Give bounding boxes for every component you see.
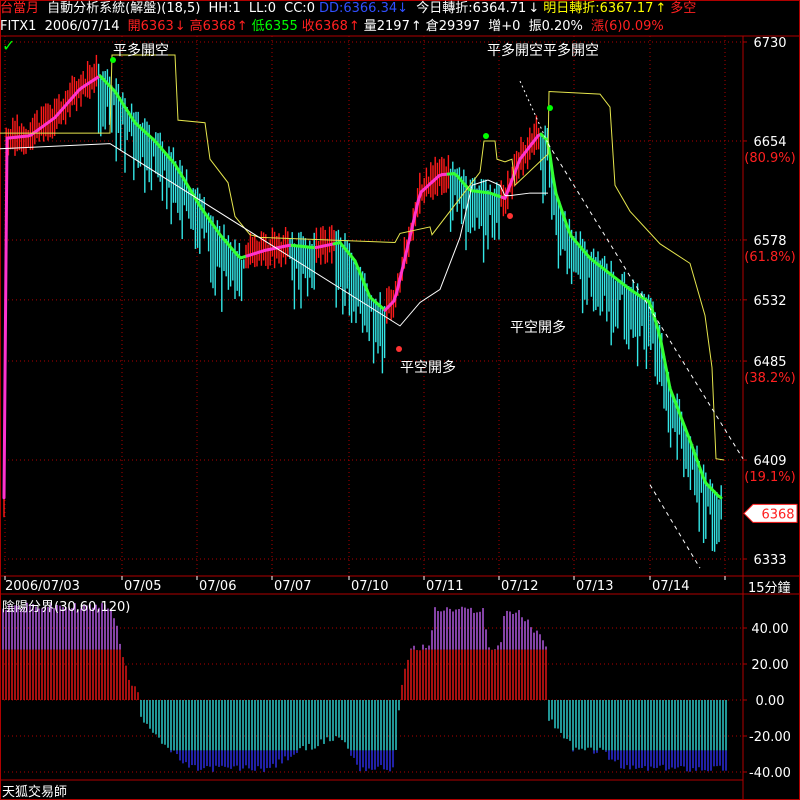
footer-brand: 天狐交易師 <box>2 785 68 800</box>
signal-label: 平空開多 <box>510 319 566 336</box>
open-value: 開6363 <box>127 19 174 34</box>
indicator-tick-label: 20.00 <box>751 658 788 673</box>
indicator-tick-label: -40.00 <box>749 766 791 781</box>
ma-segment <box>656 328 663 344</box>
price-tick-label: 6532 <box>753 294 786 309</box>
signal-label: 平多開空 <box>113 42 169 59</box>
header-bar: 台當月 自動分析系統(解盤)(18,5) HH:1 LL:0 CC:0 DD:63… <box>0 1 700 16</box>
trendline-upper <box>547 143 744 459</box>
fib-level-label: (38.2%) <box>744 371 795 386</box>
dd-arrow-icon: ↓ <box>397 1 409 16</box>
timeframe-selector[interactable]: 15分鐘 <box>748 577 791 596</box>
signal-label: 平空開多 <box>400 359 456 376</box>
rise-value: 漲(6)0.09% <box>591 19 664 34</box>
price-tick-label: 6654 <box>753 135 786 150</box>
price-tick-label: 6730 <box>753 36 786 51</box>
ma-segment <box>410 213 417 230</box>
ma-segment <box>665 371 672 390</box>
signal-marker <box>396 346 402 352</box>
ma-segment <box>401 252 408 268</box>
close-value: 收6368 <box>301 19 348 34</box>
signal-marker <box>507 213 513 219</box>
check-icon: ✓ <box>2 36 16 55</box>
price-tick-label: 6485 <box>753 355 786 370</box>
indicator-tick-label: 0.00 <box>756 694 785 709</box>
open-interest: 倉29397 <box>425 19 481 34</box>
down-arrow-icon: ↓ <box>528 1 540 16</box>
today-turn: 今日轉折:6364.71 <box>416 1 527 16</box>
cc-value: CC:0 <box>284 1 315 16</box>
trailing-stop-yellow <box>0 54 725 461</box>
time-tick-label: 07/14 <box>652 579 689 594</box>
time-tick-label: 07/05 <box>124 579 161 594</box>
trading-chart-window: 6730 6654 6578 6532 6485 6409 6333 (80.9%) (61.8… <box>0 0 800 800</box>
quote-date: 2006/07/14 <box>44 19 120 34</box>
symbol: FITX1 <box>0 19 37 34</box>
signal-marker <box>483 133 489 139</box>
high-value: 高6368 <box>189 19 236 34</box>
fib-level-label: (61.8%) <box>744 250 795 265</box>
ma-segment <box>2 136 9 500</box>
signal-label: 平多開空平多開空 <box>487 42 599 59</box>
time-tick-label: 2006/07/03 <box>5 579 80 594</box>
indicator-title: 陰陽分界(30,60,120) <box>2 600 131 615</box>
down-arrow-icon: ↓ <box>174 19 186 34</box>
chart-canvas[interactable]: 6730 6654 6578 6532 6485 6409 6333 (80.9%) (61.8… <box>0 0 800 800</box>
ma-segment <box>716 494 723 500</box>
tomorrow-turn: 明日轉折:6367.17 <box>543 1 654 16</box>
up-arrow-icon: ↑ <box>655 1 667 16</box>
oi-change: 增+0 <box>488 19 521 34</box>
ma-segment <box>548 153 555 178</box>
price-tick-label: 6578 <box>753 234 786 249</box>
direction-label: 多空 <box>670 1 697 16</box>
amplitude: 振0.20% <box>528 19 583 34</box>
low-value: 低6355 <box>251 19 298 34</box>
time-tick-label: 07/12 <box>501 579 538 594</box>
up-arrow-icon: ↑ <box>410 19 422 34</box>
dd-value: DD:6366.34 <box>318 1 398 16</box>
current-price-label: 6368 <box>761 507 794 522</box>
signal-marker <box>547 105 553 111</box>
time-tick-label: 07/07 <box>274 579 311 594</box>
trendline-lower <box>649 484 701 569</box>
system-title: 自動分析系統(解盤)(18,5) <box>47 1 201 16</box>
volume-value: 量2197 <box>363 19 410 34</box>
indicator-tick-label: -20.00 <box>749 730 791 745</box>
price-bars <box>3 54 722 552</box>
quote-bar: FITX1 2006/07/14 開6363↓ 高6368↑ 低6355 收6368↑… <box>0 19 668 34</box>
app-name[interactable]: 台當月 <box>0 1 39 16</box>
fib-level-label: (80.9%) <box>744 151 795 166</box>
ll-value: LL:0 <box>248 1 277 16</box>
time-tick-label: 07/11 <box>426 579 463 594</box>
price-tick-label: 6409 <box>753 454 786 469</box>
up-arrow-icon: ↑ <box>236 19 248 34</box>
ma-segment <box>416 190 423 204</box>
up-arrow-icon: ↑ <box>348 19 360 34</box>
time-tick-label: 07/13 <box>576 579 613 594</box>
price-tick-label: 6333 <box>753 553 786 568</box>
indicator-tick-label: 40.00 <box>751 622 788 637</box>
fib-level-label: (19.1%) <box>744 470 795 485</box>
time-tick-label: 07/06 <box>199 579 236 594</box>
hh-value: HH:1 <box>208 1 241 16</box>
time-tick-label: 07/10 <box>351 579 388 594</box>
